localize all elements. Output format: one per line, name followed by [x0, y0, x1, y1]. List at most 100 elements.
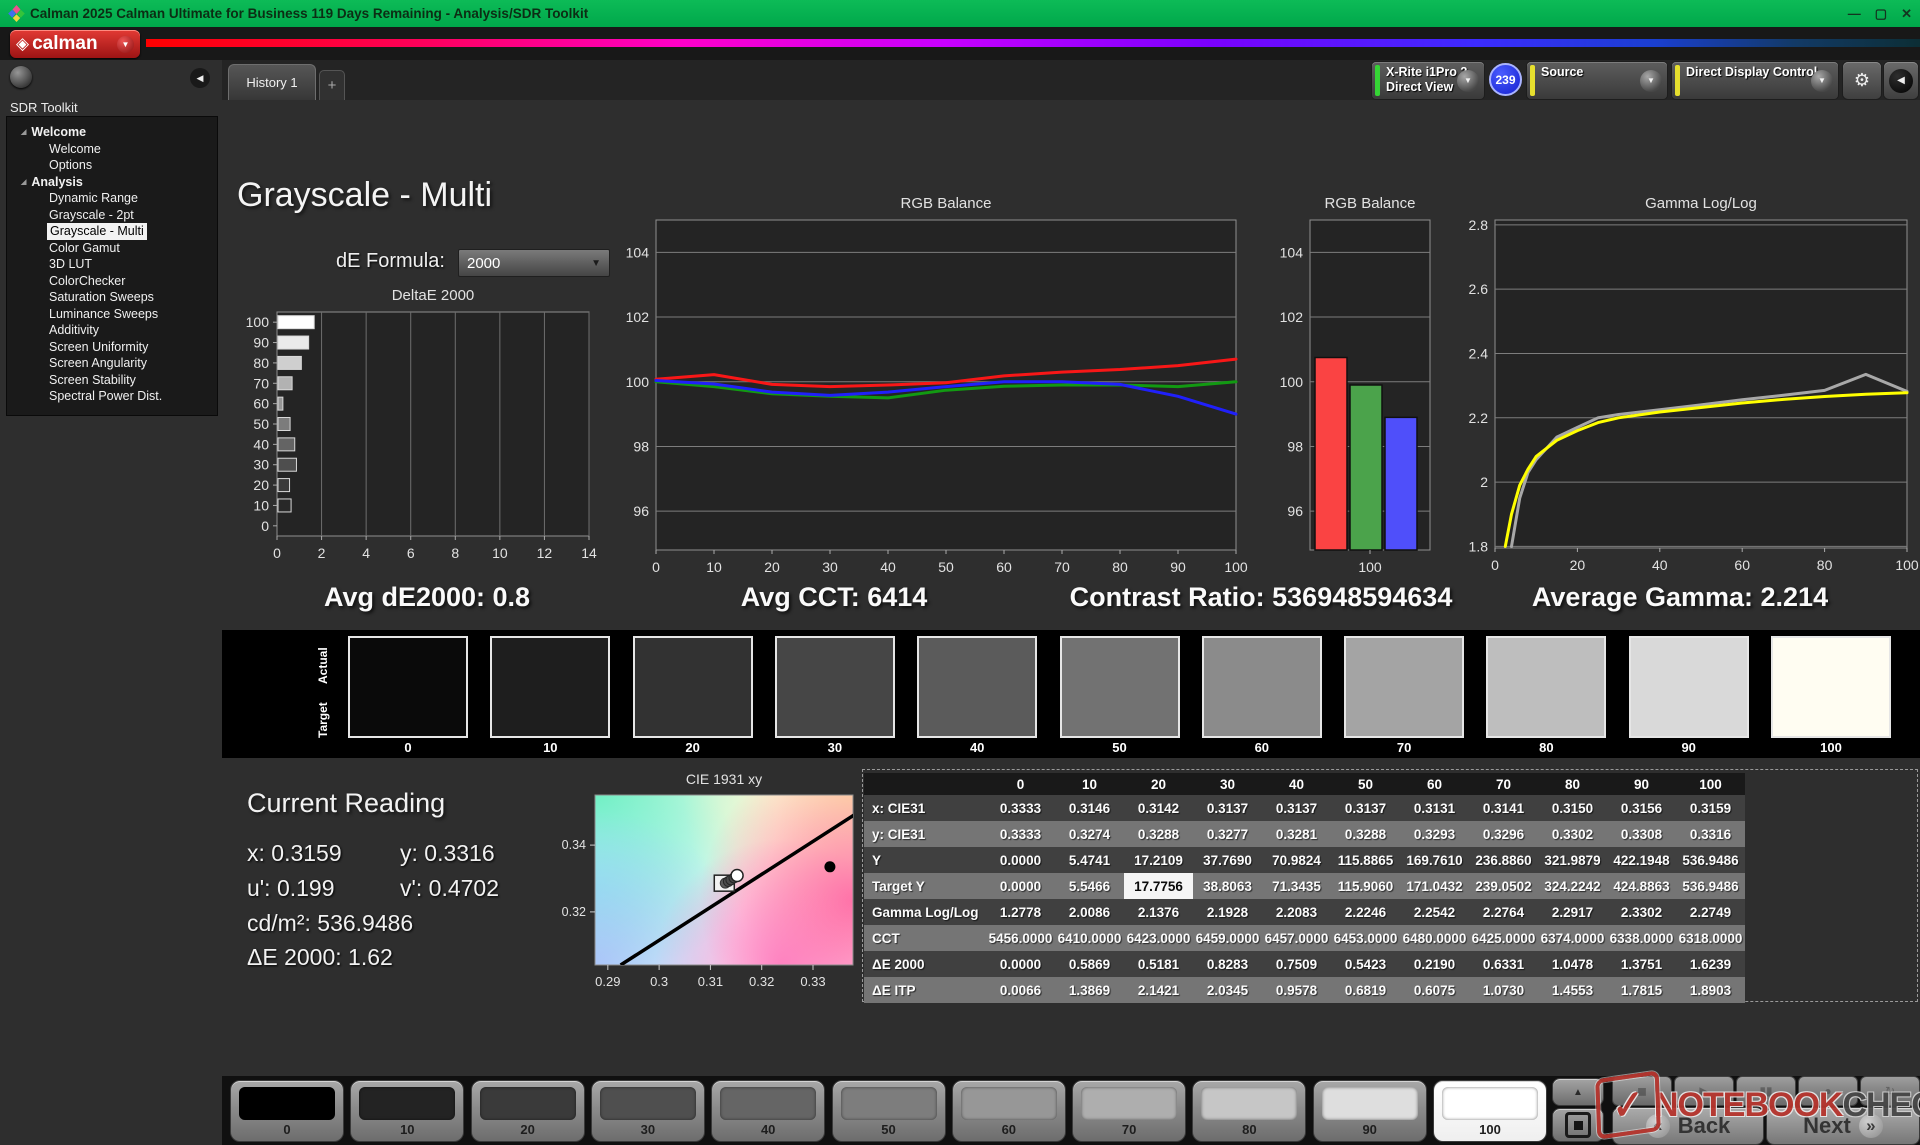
next-button[interactable]: Next » — [1766, 1107, 1920, 1145]
pattern-button-20[interactable]: 20 — [471, 1080, 585, 1142]
media-button-4[interactable]: ● — [1798, 1076, 1858, 1106]
pattern-button-80[interactable]: 80 — [1192, 1080, 1306, 1142]
sidebar-item-screen-stability[interactable]: Screen Stability — [49, 372, 217, 389]
sidebar-item-saturation-sweeps[interactable]: Saturation Sweeps — [49, 289, 217, 306]
de-formula-select[interactable]: 2000 ▼ — [458, 249, 610, 277]
pattern-button-50[interactable]: 50 — [832, 1080, 946, 1142]
swatch-actual-label: Actual — [316, 640, 332, 692]
table-cell: 1.4553 — [1538, 977, 1607, 1003]
pattern-button-60[interactable]: 60 — [952, 1080, 1066, 1142]
maximize-button[interactable]: ▢ — [1875, 6, 1887, 22]
sidebar-item-screen-angularity[interactable]: Screen Angularity — [49, 355, 217, 372]
source-select[interactable]: Source ▼ — [1527, 62, 1667, 99]
tree-group-analysis[interactable]: ◢Analysis — [7, 174, 217, 191]
sidebar-item-3d-lut[interactable]: 3D LUT — [49, 256, 217, 273]
media-button-2[interactable]: ▶ — [1674, 1076, 1734, 1106]
pattern-button-10[interactable]: 10 — [350, 1080, 464, 1142]
gear-icon: ⚙ — [1854, 70, 1870, 91]
table-cell: 0.0000 — [986, 873, 1055, 899]
swatch-level-label: 20 — [633, 740, 753, 755]
sidebar-item-dynamic-range[interactable]: Dynamic Range — [49, 190, 217, 207]
close-button[interactable]: ✕ — [1901, 6, 1912, 22]
svg-text:100: 100 — [1895, 557, 1919, 573]
svg-text:12: 12 — [537, 545, 553, 561]
expander-icon[interactable]: ◢ — [21, 178, 26, 186]
table-cell: 2.0345 — [1193, 977, 1262, 1003]
sidebar-item-options[interactable]: Options — [49, 157, 217, 174]
sidebar-item-spectral-power-dist[interactable]: Spectral Power Dist. — [49, 388, 217, 405]
settings-button[interactable]: ⚙ — [1843, 62, 1881, 99]
table-cell: 1.7815 — [1607, 977, 1676, 1003]
sidebar-item-colorchecker[interactable]: ColorChecker — [49, 273, 217, 290]
pattern-button-90[interactable]: 90 — [1313, 1080, 1427, 1142]
tab-history-1[interactable]: History 1 — [228, 64, 316, 100]
svg-text:RGB Balance: RGB Balance — [901, 195, 992, 212]
svg-text:60: 60 — [253, 396, 269, 412]
table-cell: 1.6239 — [1676, 951, 1745, 977]
expander-icon[interactable]: ◢ — [21, 128, 26, 136]
calman-logo-button[interactable]: ◈ calman ▼ — [10, 30, 140, 58]
svg-text:70: 70 — [1054, 559, 1070, 575]
back-chevron-icon: « — [1646, 1114, 1670, 1138]
add-tab-button[interactable]: + — [319, 70, 345, 100]
table-col-header: 60 — [1400, 773, 1469, 795]
pattern-up-button[interactable]: ▲ — [1552, 1078, 1604, 1106]
meter-count-badge[interactable]: 239 — [1489, 63, 1522, 96]
pattern-button-30[interactable]: 30 — [591, 1080, 705, 1142]
sidebar-collapse-button[interactable]: ◀ — [190, 68, 210, 88]
sidebar-pin-button[interactable] — [10, 66, 32, 88]
sidebar-item-grayscale-2pt[interactable]: Grayscale - 2pt — [49, 207, 217, 224]
svg-text:20: 20 — [1570, 557, 1586, 573]
svg-text:0: 0 — [1491, 557, 1499, 573]
pattern-button-100[interactable]: 100 — [1433, 1080, 1547, 1142]
table-cell: 1.0478 — [1538, 951, 1607, 977]
svg-text:2.2: 2.2 — [1469, 410, 1489, 426]
pattern-stop-button[interactable] — [1552, 1108, 1604, 1142]
media-button-5[interactable]: ↻ — [1860, 1076, 1920, 1106]
swatch-level-label: 80 — [1486, 740, 1606, 755]
pattern-button-70[interactable]: 70 — [1072, 1080, 1186, 1142]
sidebar-item-screen-uniformity[interactable]: Screen Uniformity — [49, 339, 217, 356]
display-control-select[interactable]: Direct Display Control ▼ — [1672, 62, 1838, 99]
svg-text:0.31: 0.31 — [698, 974, 723, 989]
swatch-80 — [1486, 636, 1606, 738]
table-col-header: 50 — [1331, 773, 1400, 795]
table-cell: 2.2917 — [1538, 899, 1607, 925]
sidebar-item-welcome[interactable]: Welcome — [49, 141, 217, 158]
tree-group-welcome[interactable]: ◢Welcome — [7, 124, 217, 141]
sidebar-item-color-gamut[interactable]: Color Gamut — [49, 240, 217, 257]
table-cell: 0.0000 — [986, 951, 1055, 977]
pattern-patch — [841, 1087, 937, 1120]
table-cell: 236.8860 — [1469, 847, 1538, 873]
swatch-level-label: 0 — [348, 740, 468, 755]
meter-mode: Direct View — [1386, 80, 1453, 94]
table-cell: 17.2109 — [1124, 847, 1193, 873]
panel-collapse-button[interactable]: ◀ — [1884, 62, 1918, 99]
sidebar-item-additivity[interactable]: Additivity — [49, 322, 217, 339]
cie-1931-chart: CIE 1931 xy0.320.340.290.30.310.320.33 — [540, 770, 870, 998]
table-col-header: 0 — [986, 773, 1055, 795]
table-col-header: 40 — [1262, 773, 1331, 795]
back-button[interactable]: « Back — [1612, 1107, 1764, 1145]
table-cell: 536.9486 — [1676, 873, 1745, 899]
svg-text:102: 102 — [1280, 309, 1304, 325]
source-status-accent — [1530, 65, 1535, 96]
svg-text:80: 80 — [1817, 557, 1833, 573]
table-cell: 321.9879 — [1538, 847, 1607, 873]
logo-menu-arrow-icon[interactable]: ▼ — [117, 36, 134, 53]
table-cell: 2.1376 — [1124, 899, 1193, 925]
meter-select[interactable]: X-Rite i1Pro 2 Direct View ▼ — [1372, 62, 1484, 99]
pattern-button-0[interactable]: 0 — [230, 1080, 344, 1142]
stop-icon — [1565, 1112, 1591, 1138]
svg-text:0.32: 0.32 — [749, 974, 774, 989]
svg-text:DeltaE 2000: DeltaE 2000 — [392, 287, 475, 304]
minimize-button[interactable]: — — [1848, 6, 1861, 21]
table-cell: 0.3146 — [1055, 795, 1124, 821]
sidebar-item-grayscale-multi[interactable]: Grayscale - Multi — [47, 223, 147, 240]
pattern-button-40[interactable]: 40 — [711, 1080, 825, 1142]
media-button-3[interactable]: ▮▮ — [1736, 1076, 1796, 1106]
media-button-1[interactable]: ◼ — [1612, 1076, 1672, 1106]
sidebar-item-luminance-sweeps[interactable]: Luminance Sweeps — [49, 306, 217, 323]
svg-text:90: 90 — [1170, 559, 1186, 575]
table-cell: 0.3137 — [1262, 795, 1331, 821]
